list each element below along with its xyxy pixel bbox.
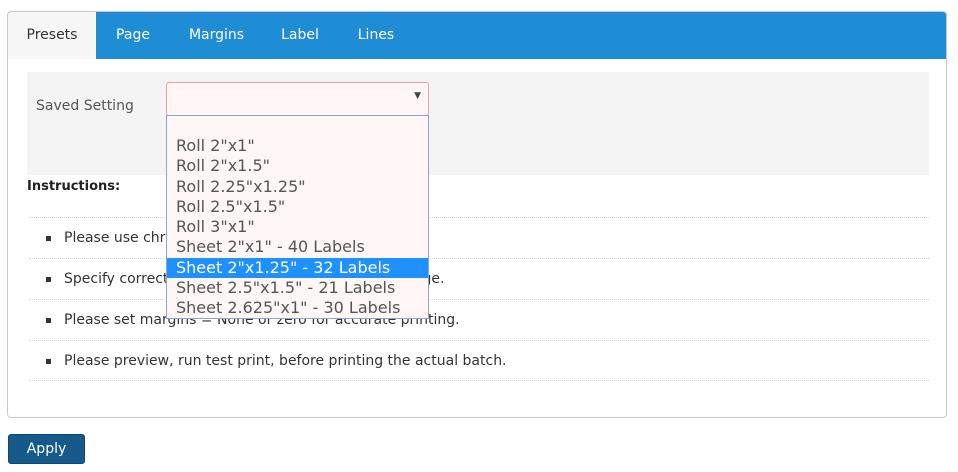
- dropdown-option[interactable]: Roll 3"x1": [167, 217, 428, 237]
- saved-setting-label: Saved Setting: [36, 98, 134, 114]
- dropdown-option[interactable]: Roll 2.25"x1.25": [167, 177, 428, 197]
- instruction-item: Please preview, run test print, before p…: [29, 340, 929, 381]
- instructions-title: Instructions:: [27, 179, 121, 194]
- instruction-item: Please set margins = None or zero for ac…: [29, 299, 929, 340]
- saved-setting-box: [27, 72, 929, 175]
- dropdown-option[interactable]: Sheet 2.5"x1.5" - 21 Labels: [167, 278, 428, 298]
- dropdown-option[interactable]: Roll 2"x1": [167, 136, 428, 156]
- chevron-down-icon: ▼: [414, 91, 421, 101]
- instruction-item: Specify correct page size and orientatio…: [29, 258, 929, 299]
- bullet-icon: [46, 236, 51, 241]
- dropdown-option[interactable]: Sheet 2"x1" - 40 Labels: [167, 237, 428, 257]
- tab-bar: Presets Page Margins Label Lines: [8, 12, 946, 59]
- tab-lines[interactable]: Lines: [346, 12, 406, 59]
- bullet-icon: [46, 359, 51, 364]
- instruction-item: Please use chrome browser for best print…: [29, 217, 929, 258]
- bullet-icon: [46, 318, 51, 323]
- tab-presets[interactable]: Presets: [8, 12, 96, 59]
- tab-label[interactable]: Label: [270, 12, 330, 59]
- tab-margins[interactable]: Margins: [179, 12, 254, 59]
- bullet-icon: [46, 277, 51, 282]
- apply-button[interactable]: Apply: [8, 434, 85, 464]
- tab-page[interactable]: Page: [103, 12, 163, 59]
- dropdown-option-highlighted[interactable]: Sheet 2"x1.25" - 32 Labels: [167, 258, 428, 278]
- dropdown-option[interactable]: Sheet 2.625"x1" - 30 Labels: [167, 298, 428, 318]
- dropdown-option[interactable]: Roll 2"x1.5": [167, 156, 428, 176]
- saved-setting-select[interactable]: ▼: [166, 82, 429, 116]
- settings-panel: Presets Page Margins Label Lines Saved S…: [7, 11, 947, 418]
- dropdown-option-blank[interactable]: [167, 116, 428, 136]
- instruction-text: Please preview, run test print, before p…: [64, 353, 507, 369]
- saved-setting-dropdown[interactable]: Roll 2"x1" Roll 2"x1.5" Roll 2.25"x1.25"…: [166, 115, 429, 319]
- dropdown-option[interactable]: Roll 2.5"x1.5": [167, 197, 428, 217]
